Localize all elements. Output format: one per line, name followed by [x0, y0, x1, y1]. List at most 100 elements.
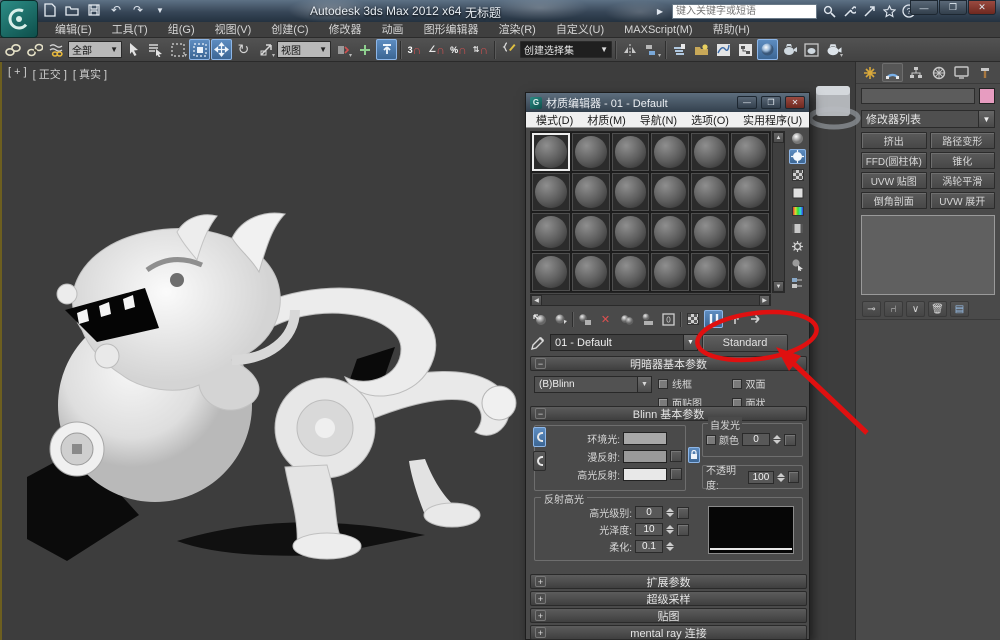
- qat-dropdown-icon[interactable]: ▼: [152, 2, 168, 18]
- rollout-maps[interactable]: + 贴图: [530, 608, 807, 623]
- menu-item-rendering[interactable]: 渲染(R): [490, 22, 545, 38]
- opacity-spinner[interactable]: [776, 472, 785, 482]
- menu-item-graph-editors[interactable]: 图形编辑器: [415, 22, 488, 38]
- sample-slot[interactable]: [690, 132, 731, 172]
- select-and-link-icon[interactable]: [2, 39, 23, 60]
- menu-item-edit[interactable]: 编辑(E): [46, 22, 101, 38]
- named-selection-sets-dropdown[interactable]: 创建选择集 ▼: [520, 41, 612, 58]
- save-file-icon[interactable]: [86, 2, 102, 18]
- sample-slot[interactable]: [531, 172, 571, 212]
- modify-tab-icon[interactable]: [882, 63, 903, 82]
- scroll-up-icon[interactable]: ▲: [773, 132, 784, 143]
- viewport-shading-menu[interactable]: [ 真实 ]: [73, 66, 107, 82]
- specular-level-map-button[interactable]: [677, 506, 689, 519]
- modifier-button-turbosmooth[interactable]: 涡轮平滑: [929, 172, 995, 189]
- search-input[interactable]: [672, 3, 817, 19]
- map-lock-icon[interactable]: [688, 447, 700, 463]
- favorites-star-icon[interactable]: [881, 3, 897, 19]
- make-unique-icon[interactable]: ∨: [906, 301, 925, 317]
- menu-item-modifiers[interactable]: 修改器: [320, 22, 371, 38]
- rollout-supersampling[interactable]: + 超级采样: [530, 591, 807, 606]
- shader-type-dropdown[interactable]: (B)Blinn ▼: [534, 376, 652, 393]
- percent-snap-icon[interactable]: % ∩: [448, 39, 469, 60]
- angle-snap-icon[interactable]: ∠ ∩: [426, 39, 447, 60]
- soften-spinner[interactable]: [666, 542, 674, 551]
- snaps-toggle-icon[interactable]: [376, 39, 397, 60]
- pick-material-eyedropper-icon[interactable]: [530, 335, 546, 351]
- material-name-dropdown[interactable]: 01 - Default ▼: [550, 334, 698, 351]
- infocenter-collapse-icon[interactable]: ▶: [652, 3, 668, 19]
- sample-slot[interactable]: [730, 132, 770, 172]
- selection-filter-dropdown[interactable]: 全部 ▼: [68, 41, 122, 58]
- communication-center-icon[interactable]: [861, 3, 877, 19]
- put-to-library-icon[interactable]: [638, 310, 657, 328]
- show-map-in-viewport-icon[interactable]: [683, 310, 702, 328]
- layer-manager-icon[interactable]: [669, 39, 690, 60]
- opacity-map-button[interactable]: [787, 471, 799, 483]
- viewport-pov-menu[interactable]: [ 正交 ]: [33, 66, 67, 82]
- sample-slot[interactable]: [610, 132, 651, 172]
- configure-modifier-sets-icon[interactable]: ▤: [950, 301, 969, 317]
- self-illum-color-checkbox[interactable]: [706, 434, 716, 445]
- opacity-value-field[interactable]: 100: [748, 470, 774, 484]
- make-preview-icon[interactable]: [789, 221, 806, 236]
- reference-coordinate-dropdown[interactable]: 视图 ▼: [277, 41, 331, 58]
- use-pivot-center-icon[interactable]: ▾: [332, 39, 353, 60]
- viewport-general-menu[interactable]: [ + ]: [8, 66, 27, 82]
- menu-item-help[interactable]: 帮助(H): [704, 22, 759, 38]
- ambient-diffuse-lock-icon[interactable]: [533, 427, 546, 447]
- sample-slot[interactable]: [690, 172, 731, 212]
- specular-level-field[interactable]: 0: [635, 506, 663, 519]
- rectangular-selection-region-icon[interactable]: ▾: [167, 39, 188, 60]
- sample-slot[interactable]: [730, 212, 770, 252]
- sample-type-icon[interactable]: [789, 131, 806, 146]
- pixiu-statue-model[interactable]: [27, 197, 532, 572]
- modifier-button-bevel-profile[interactable]: 倒角剖面: [861, 192, 927, 209]
- rollout-extended-params[interactable]: + 扩展参数: [530, 574, 807, 589]
- get-material-icon[interactable]: [530, 310, 549, 328]
- menu-item-views[interactable]: 视图(V): [206, 22, 261, 38]
- sample-slot[interactable]: [610, 172, 651, 212]
- bind-to-spacewarp-icon[interactable]: [46, 39, 67, 60]
- new-file-icon[interactable]: [42, 2, 58, 18]
- wire-checkbox[interactable]: 线框: [658, 376, 730, 391]
- rendered-frame-window-icon[interactable]: [801, 39, 822, 60]
- soften-field[interactable]: 0.1: [635, 540, 663, 553]
- modifier-button-path-deform[interactable]: 路径变形: [929, 132, 995, 149]
- modifier-button-ffd-cylinder[interactable]: FFD(圆柱体): [861, 152, 927, 169]
- sample-slot[interactable]: [730, 252, 770, 292]
- glossiness-field[interactable]: 10: [635, 523, 663, 536]
- select-and-manipulate-icon[interactable]: [354, 39, 375, 60]
- sample-slot[interactable]: [531, 132, 571, 172]
- snap-3d-icon[interactable]: 3 ∩: [404, 39, 425, 60]
- diffuse-color-swatch[interactable]: [623, 449, 667, 463]
- me-minimize-button[interactable]: —: [737, 96, 757, 109]
- select-by-material-icon[interactable]: [789, 257, 806, 272]
- modifier-button-taper[interactable]: 锥化: [929, 152, 995, 169]
- object-name-field[interactable]: [861, 88, 975, 104]
- search-icon[interactable]: [821, 3, 837, 19]
- rollout-blinn-basic-params[interactable]: − Blinn 基本参数: [530, 406, 807, 421]
- me-menu-navigation[interactable]: 导航(N): [634, 112, 683, 128]
- me-menu-material[interactable]: 材质(M): [581, 112, 632, 128]
- sample-slot[interactable]: [531, 212, 571, 252]
- menu-item-maxscript[interactable]: MAXScript(M): [615, 22, 701, 38]
- me-maximize-button[interactable]: ❐: [761, 96, 781, 109]
- graphite-ribbon-icon[interactable]: [691, 39, 712, 60]
- material-type-button[interactable]: Standard: [702, 333, 788, 352]
- window-crossing-toggle-icon[interactable]: [189, 39, 210, 60]
- specular-level-spinner[interactable]: [666, 508, 674, 517]
- keyboard-shortcut-override-icon[interactable]: [498, 39, 519, 60]
- glossiness-map-button[interactable]: [677, 523, 689, 536]
- background-icon[interactable]: [789, 167, 806, 182]
- scroll-left-icon[interactable]: ◀: [531, 294, 542, 306]
- scroll-right-icon[interactable]: ▶: [759, 294, 770, 306]
- sample-slot[interactable]: [570, 132, 611, 172]
- diffuse-map-button[interactable]: [670, 450, 682, 462]
- menu-item-group[interactable]: 组(G): [159, 22, 204, 38]
- sample-uv-tiling-icon[interactable]: [789, 185, 806, 200]
- show-end-result-me-icon[interactable]: [704, 310, 723, 328]
- select-and-rotate-icon[interactable]: ↻: [233, 39, 254, 60]
- menu-item-tools[interactable]: 工具(T): [103, 22, 157, 38]
- redo-icon[interactable]: ↷: [130, 2, 146, 18]
